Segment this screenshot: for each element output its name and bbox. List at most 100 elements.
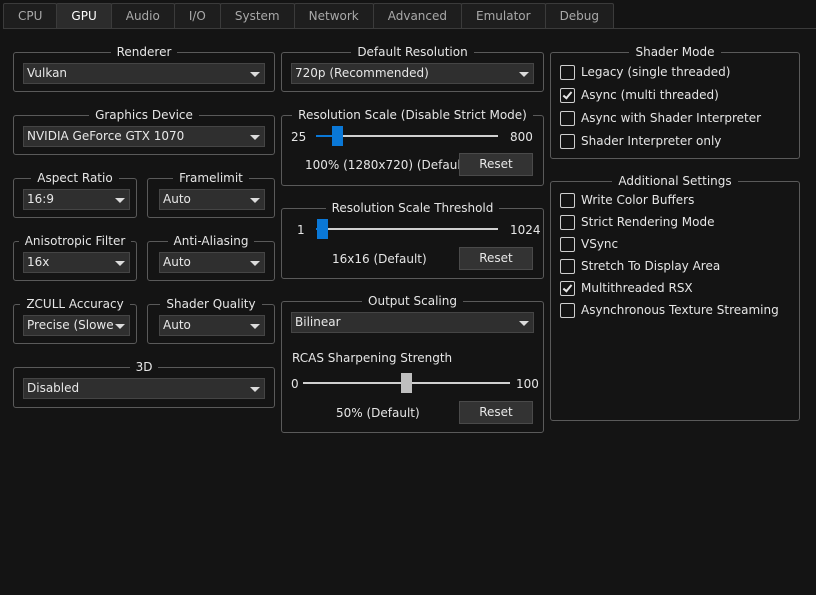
resolution-scale-threshold-reset-button[interactable]: Reset xyxy=(459,247,533,270)
rcas-reset-button[interactable]: Reset xyxy=(459,401,533,424)
aspect-ratio-select[interactable]: 16:9 xyxy=(23,189,130,210)
shader-mode-async-label: Async (multi threaded) xyxy=(581,88,719,102)
setting-write-color-buffers[interactable]: Write Color Buffers xyxy=(560,191,694,209)
3d-group: 3D Disabled xyxy=(13,360,275,408)
shader-mode-legacy-label: Legacy (single threaded) xyxy=(581,65,731,79)
output-scaling-select[interactable]: Bilinear xyxy=(291,312,534,333)
anti-aliasing-title: Anti-Aliasing xyxy=(167,234,255,248)
chevron-down-icon xyxy=(519,72,529,77)
checkbox[interactable] xyxy=(560,258,575,274)
3d-select[interactable]: Disabled xyxy=(23,378,265,399)
setting-async-texture-streaming-label: Asynchronous Texture Streaming xyxy=(581,303,779,317)
resolution-scale-reset-button[interactable]: Reset xyxy=(459,153,533,176)
tab-network[interactable]: Network xyxy=(293,3,374,29)
chevron-down-icon xyxy=(115,324,125,329)
chevron-down-icon xyxy=(250,135,260,140)
checkbox[interactable] xyxy=(560,110,575,126)
renderer-group: Renderer Vulkan xyxy=(13,45,275,92)
shader-mode-legacy[interactable]: Legacy (single threaded) xyxy=(560,63,730,81)
resolution-scale-handle[interactable] xyxy=(332,126,343,146)
tab-debug[interactable]: Debug xyxy=(544,3,615,29)
shader-quality-title: Shader Quality xyxy=(160,297,262,311)
checkmark-icon xyxy=(562,88,573,100)
resolution-scale-threshold-max: 1024 xyxy=(510,223,541,237)
resolution-scale-threshold-handle[interactable] xyxy=(317,219,328,239)
framelimit-title: Framelimit xyxy=(173,171,249,185)
shader-mode-async[interactable]: Async (multi threaded) xyxy=(560,86,719,104)
checkbox[interactable] xyxy=(560,87,575,103)
shader-quality-select[interactable]: Auto xyxy=(159,315,265,336)
tab-audio[interactable]: Audio xyxy=(110,3,175,29)
zcull-accuracy-title: ZCULL Accuracy xyxy=(20,297,130,311)
resolution-scale-threshold-min: 1 xyxy=(297,223,305,237)
graphics-device-group: Graphics Device NVIDIA GeForce GTX 1070 xyxy=(13,108,275,155)
3d-value: Disabled xyxy=(27,381,80,395)
default-resolution-group: Default Resolution 720p (Recommended) xyxy=(281,45,544,92)
anisotropic-filter-group: Anisotropic Filter 16x xyxy=(13,234,137,281)
3d-title: 3D xyxy=(129,360,159,374)
setting-strict-rendering-mode[interactable]: Strict Rendering Mode xyxy=(560,213,715,231)
setting-vsync[interactable]: VSync xyxy=(560,235,618,253)
checkbox[interactable] xyxy=(560,214,575,230)
resolution-scale-threshold-group: Resolution Scale Threshold 1 1024 16x16 … xyxy=(281,201,544,279)
shader-quality-value: Auto xyxy=(163,318,191,332)
shader-mode-async-interpreter-label: Async with Shader Interpreter xyxy=(581,111,762,125)
rcas-status: 50% (Default) xyxy=(336,406,420,420)
tab-gpu[interactable]: GPU xyxy=(56,3,112,29)
setting-write-color-buffers-label: Write Color Buffers xyxy=(581,193,695,207)
renderer-value: Vulkan xyxy=(27,66,68,80)
shader-quality-group: Shader Quality Auto xyxy=(147,297,275,344)
checkbox[interactable] xyxy=(560,64,575,80)
zcull-accuracy-select[interactable]: Precise (Slowest) xyxy=(23,315,130,336)
shader-mode-interpreter-only-label: Shader Interpreter only xyxy=(581,134,722,148)
tab-emulator[interactable]: Emulator xyxy=(461,3,546,29)
anisotropic-filter-select[interactable]: 16x xyxy=(23,252,130,273)
tab-advanced[interactable]: Advanced xyxy=(372,3,463,29)
rcas-min: 0 xyxy=(291,377,299,391)
graphics-device-title: Graphics Device xyxy=(89,108,199,122)
additional-settings-group: Additional Settings Write Color Buffers … xyxy=(550,174,800,421)
anti-aliasing-value: Auto xyxy=(163,255,191,269)
renderer-select[interactable]: Vulkan xyxy=(23,63,265,84)
shader-mode-async-interpreter[interactable]: Async with Shader Interpreter xyxy=(560,109,761,127)
framelimit-value: Auto xyxy=(163,192,191,206)
chevron-down-icon xyxy=(250,261,260,266)
checkbox[interactable] xyxy=(560,302,575,318)
graphics-device-select[interactable]: NVIDIA GeForce GTX 1070 xyxy=(23,126,265,147)
default-resolution-title: Default Resolution xyxy=(351,45,474,59)
resolution-scale-threshold-title: Resolution Scale Threshold xyxy=(325,201,500,215)
output-scaling-title: Output Scaling xyxy=(362,294,463,308)
tab-io[interactable]: I/O xyxy=(173,3,221,29)
setting-multithreaded-rsx[interactable]: Multithreaded RSX xyxy=(560,279,693,297)
checkbox[interactable] xyxy=(560,236,575,252)
framelimit-select[interactable]: Auto xyxy=(159,189,265,210)
default-resolution-select[interactable]: 720p (Recommended) xyxy=(291,63,534,84)
resolution-scale-title: Resolution Scale (Disable Strict Mode) xyxy=(292,108,533,122)
anti-aliasing-select[interactable]: Auto xyxy=(159,252,265,273)
tab-system[interactable]: System xyxy=(219,3,295,29)
tab-cpu[interactable]: CPU xyxy=(3,3,58,29)
checkbox[interactable] xyxy=(560,280,575,296)
resolution-scale-track[interactable] xyxy=(316,135,498,137)
chevron-down-icon xyxy=(250,387,260,392)
chevron-down-icon xyxy=(519,321,529,326)
setting-multithreaded-rsx-label: Multithreaded RSX xyxy=(581,281,693,295)
shader-mode-group: Shader Mode Legacy (single threaded) Asy… xyxy=(550,45,800,159)
resolution-scale-threshold-status: 16x16 (Default) xyxy=(332,252,427,266)
shader-mode-title: Shader Mode xyxy=(629,45,721,59)
resolution-scale-status: 100% (1280x720) (Default) xyxy=(305,158,471,172)
resolution-scale-threshold-track[interactable] xyxy=(316,228,498,230)
default-resolution-value: 720p (Recommended) xyxy=(295,66,429,80)
checkmark-icon xyxy=(562,281,573,293)
aspect-ratio-title: Aspect Ratio xyxy=(31,171,119,185)
chevron-down-icon xyxy=(115,261,125,266)
zcull-accuracy-group: ZCULL Accuracy Precise (Slowest) xyxy=(13,297,137,344)
anisotropic-filter-title: Anisotropic Filter xyxy=(18,234,132,248)
setting-stretch-display[interactable]: Stretch To Display Area xyxy=(560,257,720,275)
renderer-title: Renderer xyxy=(110,45,178,59)
rcas-handle[interactable] xyxy=(401,373,412,393)
setting-async-texture-streaming[interactable]: Asynchronous Texture Streaming xyxy=(560,301,779,319)
checkbox[interactable] xyxy=(560,192,575,208)
shader-mode-interpreter-only[interactable]: Shader Interpreter only xyxy=(560,132,721,150)
checkbox[interactable] xyxy=(560,133,575,149)
